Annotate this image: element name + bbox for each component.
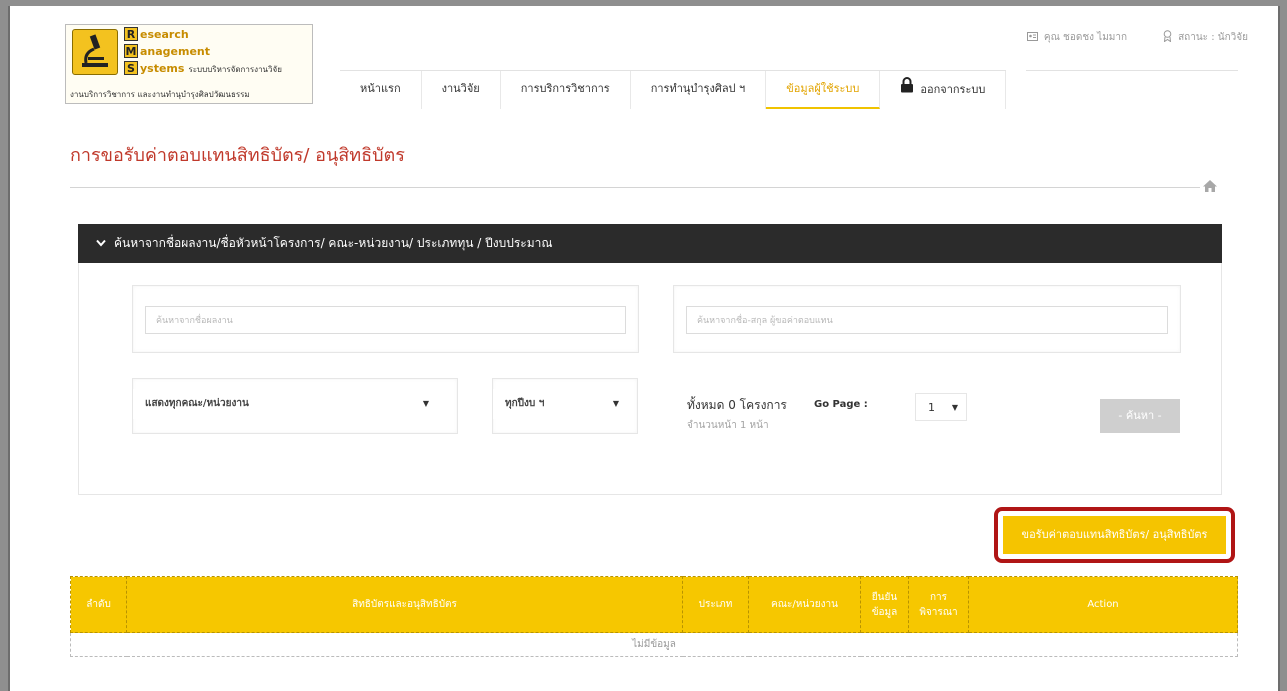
table-header-row: ลำดับ สิทธิบัตรและอนุสิทธิบัตร ประเภท คณ… xyxy=(70,576,1238,633)
name-search-input[interactable]: ค้นหาจากชื่อ-สกุล ผู้ขอค่าตอบแทน xyxy=(686,306,1168,334)
user-bar: คุณ ชอดชง ไมมาก สถานะ : นักวิจัย xyxy=(1026,30,1248,45)
title-divider xyxy=(70,187,1200,188)
search-panel-title: ค้นหาจากชื่อผลงาน/ชื่อหัวหน้าโครงการ/ คณ… xyxy=(114,236,553,250)
faculty-select-value: แสดงทุกคณะ/หน่วยงาน xyxy=(145,398,249,409)
browser-frame: Research Management Systems ระบบบริหารจัด… xyxy=(8,6,1280,691)
work-search-input[interactable]: ค้นหาจากชื่อผลงาน xyxy=(145,306,626,334)
caret-down-icon: ▼ xyxy=(422,399,429,408)
lock-icon xyxy=(900,72,914,108)
empty-message: ไม่มีข้อมูล xyxy=(70,632,1238,657)
nav-divider xyxy=(1026,70,1238,71)
badge-icon xyxy=(1163,30,1172,45)
go-page-select[interactable]: 1 ▼ xyxy=(915,393,967,421)
request-patent-button[interactable]: ขอรับค่าตอบแทนสิทธิบัตร/ อนุสิทธิบัตร xyxy=(1003,516,1226,554)
patent-table: ลำดับ สิทธิบัตรและอนุสิทธิบัตร ประเภท คณ… xyxy=(70,576,1238,657)
search-button[interactable]: - ค้นหา - xyxy=(1100,399,1180,433)
search-panel-header[interactable]: ค้นหาจากชื่อผลงาน/ชื่อหัวหน้าโครงการ/ คณ… xyxy=(78,224,1222,263)
main-nav: หน้าแรก งานวิจัย การบริการวิชาการ การทำน… xyxy=(340,70,1007,109)
go-page-value: 1 xyxy=(928,401,935,414)
user-status: สถานะ : นักวิจัย xyxy=(1178,32,1248,43)
total-projects: ทั้งหมด 0 โครงการ xyxy=(687,398,787,412)
caret-down-icon: ▼ xyxy=(612,399,619,408)
nav-academic-service[interactable]: การบริการวิชาการ xyxy=(501,71,631,109)
user-name-item: คุณ ชอดชง ไมมาก xyxy=(1026,30,1128,45)
faculty-select-wrap: แสดงทุกคณะ/หน่วยงาน ▼ xyxy=(132,378,458,434)
nav-research[interactable]: งานวิจัย xyxy=(422,71,501,109)
go-page-label: Go Page : xyxy=(814,399,868,410)
year-select[interactable]: ทุกปีงบ ฯ ▼ xyxy=(493,389,629,419)
nav-arts-culture[interactable]: การทำนุบำรุงศิลป ฯ xyxy=(631,71,767,109)
nav-logout[interactable]: ออกจากระบบ xyxy=(880,71,1007,109)
logo-line-systems: Systems ระบบบริหารจัดการงานวิจัย xyxy=(124,61,282,76)
logo-line-research: Research xyxy=(124,27,189,41)
caret-down-icon: ▼ xyxy=(951,403,958,412)
work-search-wrap: ค้นหาจากชื่อผลงาน xyxy=(132,285,639,353)
search-panel-body: ค้นหาจากชื่อผลงาน ค้นหาจากชื่อ-สกุล ผู้ข… xyxy=(78,263,1222,495)
logo-subtitle: งานบริการวิชาการ และงานทำนุบำรุงศิลปวัฒน… xyxy=(70,90,250,99)
nav-user-info[interactable]: ข้อมูลผู้ใช้ระบบ xyxy=(766,71,881,109)
user-status-item: สถานะ : นักวิจัย xyxy=(1163,30,1248,45)
home-icon[interactable] xyxy=(1202,178,1218,198)
table-row: ไม่มีข้อมูล xyxy=(70,632,1238,657)
microscope-icon xyxy=(72,29,118,75)
year-select-value: ทุกปีงบ ฯ xyxy=(505,398,545,409)
faculty-select[interactable]: แสดงทุกคณะ/หน่วยงาน ▼ xyxy=(133,389,439,419)
request-patent-button-highlight: ขอรับค่าตอบแทนสิทธิบัตร/ อนุสิทธิบัตร xyxy=(994,507,1235,563)
col-confirm: ยืนยันข้อมูล xyxy=(860,576,909,633)
col-action: Action xyxy=(968,576,1238,633)
page-title: การขอรับค่าตอบแทนสิทธิบัตร/ อนุสิทธิบัตร xyxy=(70,145,405,166)
logo-line-management: Management xyxy=(124,44,211,58)
rms-logo[interactable]: Research Management Systems ระบบบริหารจัด… xyxy=(65,24,313,104)
chevron-down-icon xyxy=(96,225,106,264)
year-select-wrap: ทุกปีงบ ฯ ▼ xyxy=(492,378,638,434)
id-card-icon xyxy=(1026,31,1038,45)
col-type: ประเภท xyxy=(682,576,749,633)
nav-home[interactable]: หน้าแรก xyxy=(340,71,422,109)
logout-label: ออกจากระบบ xyxy=(920,83,986,96)
user-name: คุณ ชอดชง ไมมาก xyxy=(1043,32,1128,43)
col-index: ลำดับ xyxy=(70,576,127,633)
name-search-wrap: ค้นหาจากชื่อ-สกุล ผู้ขอค่าตอบแทน xyxy=(673,285,1181,353)
col-review: การพิจารณา xyxy=(908,576,969,633)
col-patent: สิทธิบัตรและอนุสิทธิบัตร xyxy=(126,576,683,633)
page-count: จำนวนหน้า 1 หน้า xyxy=(687,420,769,431)
col-faculty: คณะ/หน่วยงาน xyxy=(748,576,861,633)
